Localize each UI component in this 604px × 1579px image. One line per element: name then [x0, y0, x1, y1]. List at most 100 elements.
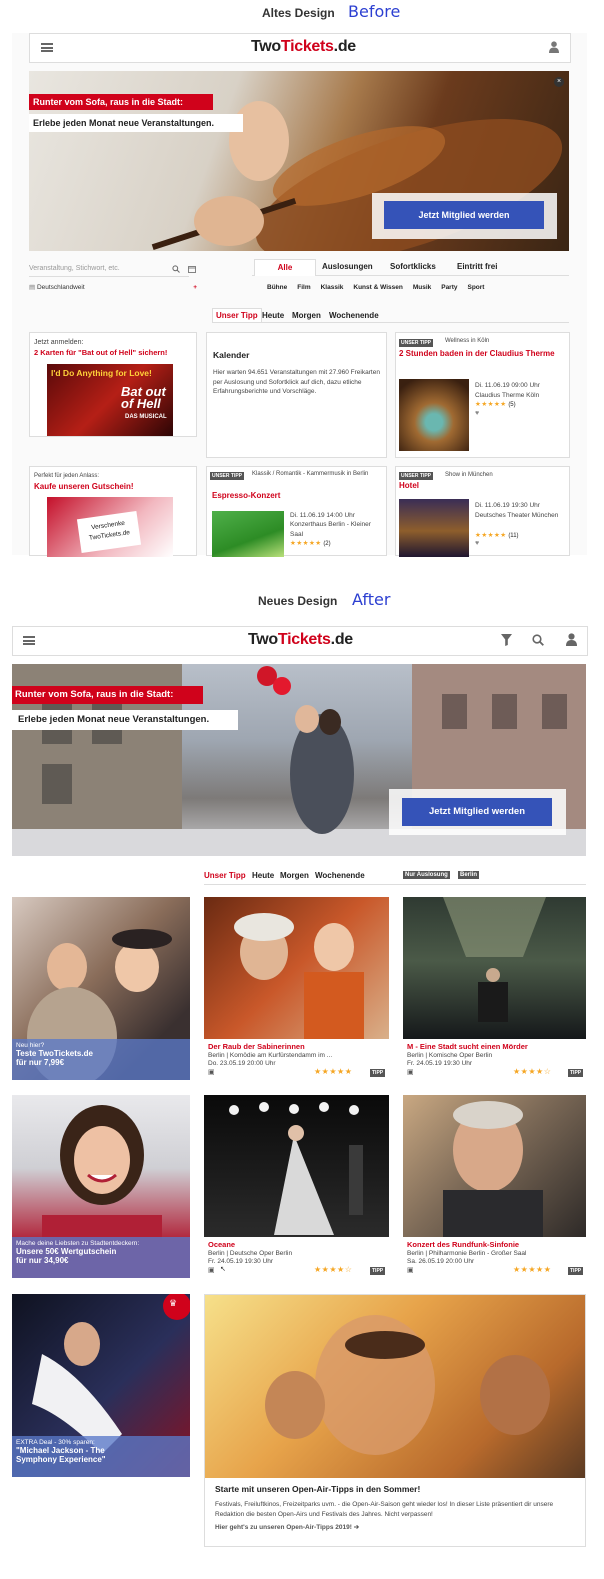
time-tab-heute[interactable]: Heute — [262, 311, 284, 320]
add-location-icon[interactable]: + — [193, 282, 197, 294]
new-header: TwoTickets.de — [12, 626, 588, 656]
event-image-rundfunk — [403, 1095, 586, 1237]
crown-icon: ♛ — [169, 1298, 178, 1308]
heart-icon[interactable]: ♥ — [475, 410, 479, 417]
espresso-image — [212, 511, 284, 557]
time-tab-heute[interactable]: Heute — [252, 871, 274, 880]
promo-test-card[interactable]: Neu hier? Teste TwoTickets.de für nur 7,… — [12, 897, 190, 1080]
tab-eintritt-frei[interactable]: Eintritt frei — [457, 262, 497, 271]
cat-sport[interactable]: Sport — [468, 284, 485, 291]
cta-container: Jetzt Mitglied werden — [372, 193, 557, 239]
cat-party[interactable]: Party — [441, 284, 457, 291]
logo[interactable]: TwoTickets.de — [248, 631, 353, 649]
event-image-art — [265, 1315, 550, 1455]
tipp-badge: TIPP — [568, 1267, 584, 1275]
rating: ★★★★☆ — [314, 1265, 353, 1274]
after-section-title: Neues Design — [258, 594, 338, 608]
cat-buehne[interactable]: Bühne — [267, 284, 287, 291]
event-card[interactable]: Konzert des Rundfunk-Sinfonie Berlin | P… — [403, 1095, 586, 1278]
event-image-oceane — [204, 1095, 389, 1237]
card-bat-out-of-hell[interactable]: Jetzt anmelden: 2 Karten für "Bat out of… — [29, 332, 197, 437]
menu-icon[interactable] — [41, 43, 53, 52]
event-image-art — [229, 1102, 363, 1235]
bat-out-of-hell-image: I'd Do Anything for Love! Bat out of Hel… — [47, 364, 173, 436]
hero-subheadline: Erlebe jeden Monat neue Veranstaltungen. — [29, 114, 243, 132]
rating: ★★★★★ (11) — [475, 532, 519, 539]
card-claudius-therme[interactable]: UNSER TIPP Wellness in Köln 2 Stunden ba… — [395, 332, 570, 458]
tab-alle[interactable]: Alle — [254, 259, 316, 276]
event-image-art — [443, 1101, 543, 1237]
ticket-icon: ▣ — [407, 1267, 414, 1274]
join-button[interactable]: Jetzt Mitglied werden — [384, 201, 544, 229]
before-section-title: Altes Design — [262, 6, 335, 20]
cat-klassik[interactable]: Klassik — [321, 284, 344, 291]
time-tab-morgen[interactable]: Morgen — [280, 871, 309, 880]
search-icon[interactable] — [532, 634, 544, 646]
gutschein-image: Verschenke TwoTickets.de — [47, 497, 173, 557]
event-image-art — [234, 913, 364, 1039]
cat-kunst[interactable]: Kunst & Wissen — [353, 284, 402, 291]
card-espresso-konzert[interactable]: UNSER TIPP Klassik / Romantik - Kammermu… — [206, 466, 387, 557]
promo-michael-jackson-card[interactable]: ♛ EXTRA Deal - 30% sparen: "Michael Jack… — [12, 1294, 190, 1477]
card-calendar[interactable]: Kalender Hier warten 94.651 Veranstaltun… — [206, 332, 387, 458]
open-air-link[interactable]: Hier geht's zu unseren Open-Air-Tipps 20… — [215, 1523, 359, 1531]
tab-sofortklicks[interactable]: Sofortklicks — [390, 262, 436, 271]
menu-icon[interactable] — [23, 636, 35, 645]
user-icon[interactable] — [549, 41, 559, 53]
cursor-icon: ↖ — [220, 1266, 226, 1273]
search-icon[interactable] — [172, 265, 180, 273]
rating: ★★★★☆ — [513, 1067, 552, 1076]
rating: ★★★★★ (2) — [290, 540, 331, 547]
time-tab-wochenende[interactable]: Wochenende — [315, 871, 365, 880]
open-air-image — [205, 1295, 585, 1478]
hero-headline: Runter vom Sofa, raus in die Stadt: — [12, 686, 203, 704]
promo-voucher-card[interactable]: Mache deine Liebsten zu Stadtentdeckern:… — [12, 1095, 190, 1278]
cat-musik[interactable]: Musik — [413, 284, 431, 291]
old-header: TwoTickets.de — [29, 33, 571, 63]
location-select[interactable]: ▤ Deutschlandweit + — [29, 282, 197, 294]
promo-caption: Mache deine Liebsten zu Stadtentdeckern:… — [12, 1237, 190, 1278]
tab-auslosungen[interactable]: Auslosungen — [322, 262, 373, 271]
time-tab-unser-tipp[interactable]: Unser Tipp — [212, 308, 262, 322]
card-hotel[interactable]: UNSER TIPP Show in München Hotel Di. 11.… — [395, 466, 570, 557]
filter-tag-berlin[interactable]: Berlin — [458, 871, 480, 879]
hero-headline: Runter vom Sofa, raus in die Stadt: — [29, 94, 213, 110]
event-card[interactable]: M - Eine Stadt sucht einen Mörder Berlin… — [403, 897, 586, 1080]
main-tabs: Alle Auslosungen Sofortklicks Eintritt f… — [252, 259, 569, 276]
cta-container: Jetzt Mitglied werden — [389, 789, 566, 835]
ticket-icon: ▣ — [407, 1069, 414, 1076]
time-tab-unser-tipp[interactable]: Unser Tipp — [204, 871, 246, 880]
event-image-m-stadt — [403, 897, 586, 1039]
after-section-tag: After — [352, 590, 391, 609]
old-design-screenshot: TwoTickets.de × Runter vom Sofa, raus in… — [12, 33, 587, 557]
logo[interactable]: TwoTickets.de — [251, 38, 356, 56]
time-tab-wochenende[interactable]: Wochenende — [329, 311, 379, 320]
feature-open-air-card[interactable]: Starte mit unseren Open-Air-Tipps in den… — [204, 1294, 586, 1547]
join-button[interactable]: Jetzt Mitglied werden — [402, 798, 552, 826]
rating: ★★★★★ — [314, 1067, 353, 1076]
cat-film[interactable]: Film — [297, 284, 310, 291]
event-card[interactable]: Oceane Berlin | Deutsche Oper Berlin Fr.… — [204, 1095, 389, 1278]
search-input[interactable]: Veranstaltung, Stichwort, etc. — [29, 262, 189, 277]
ticket-icon: ▣ — [208, 1267, 215, 1274]
card-gutschein[interactable]: Perfekt für jeden Anlass: Kaufe unseren … — [29, 466, 197, 557]
ticket-icon: ▣ — [208, 1069, 215, 1076]
therme-image — [399, 379, 469, 451]
user-icon[interactable] — [566, 633, 577, 646]
time-tab-morgen[interactable]: Morgen — [292, 311, 321, 320]
hotel-image — [399, 499, 469, 557]
calendar-icon[interactable] — [188, 265, 196, 273]
new-time-tabs: Unser Tipp Heute Morgen Wochenende Nur A… — [204, 870, 586, 885]
close-icon[interactable]: × — [554, 77, 564, 87]
tipp-badge: TIPP — [370, 1267, 386, 1275]
filter-tag-auslosung[interactable]: Nur Auslosung — [403, 871, 450, 879]
rating: ★★★★★ — [513, 1265, 552, 1274]
hero-subheadline: Erlebe jeden Monat neue Veranstaltungen. — [12, 710, 238, 730]
event-card[interactable]: Der Raub der Sabinerinnen Berlin | Komöd… — [204, 897, 389, 1080]
filter-icon[interactable] — [501, 634, 512, 646]
tipp-badge: TIPP — [568, 1069, 584, 1077]
event-image-sabinerinnen — [204, 897, 389, 1039]
promo-caption: Neu hier? Teste TwoTickets.de für nur 7,… — [12, 1039, 190, 1080]
heart-icon[interactable]: ♥ — [475, 540, 479, 547]
old-hero-banner: × Runter vom Sofa, raus in die Stadt: Er… — [29, 71, 569, 251]
